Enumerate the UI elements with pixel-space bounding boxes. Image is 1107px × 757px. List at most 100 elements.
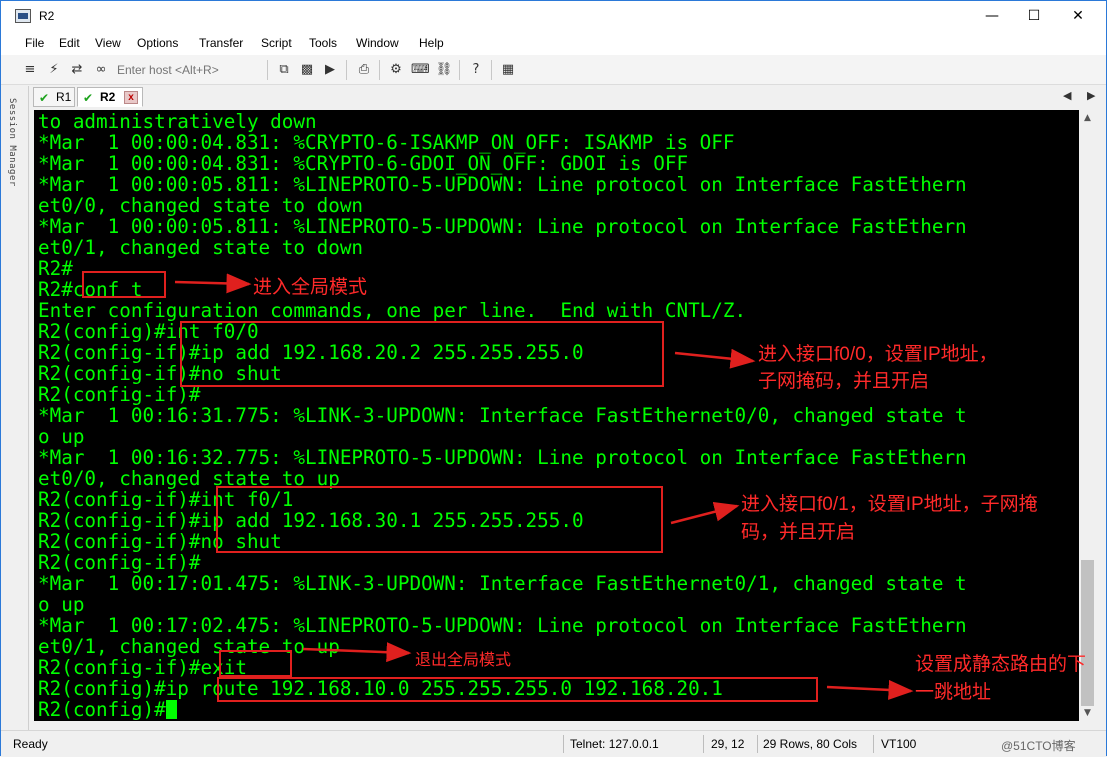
scroll-down-icon[interactable]: ▼ [1079,705,1096,721]
terminal-line: *Mar 1 00:00:04.831: %CRYPTO-6-ISAKMP_ON… [38,131,735,154]
scroll-up-icon[interactable]: ▲ [1079,110,1096,126]
terminal-line: *Mar 1 00:00:04.831: %CRYPTO-6-GDOI_ON_O… [38,152,689,175]
menu-script[interactable]: Script [261,36,292,50]
terminal-line: R2(config-if)#exit [38,656,247,679]
session-tabs: ✔ R1 ✔ R2 x ◀ ▶ [29,86,1106,108]
reconnect-icon[interactable]: ⇄ [68,61,86,79]
toolbar-separator [267,60,268,80]
securecrt-window: R2 — ☐ ✕ File Edit View Options Transfer… [0,0,1107,756]
menu-window[interactable]: Window [356,36,399,50]
paste-icon[interactable]: ▩ [298,61,316,79]
status-separator [757,735,758,753]
annotation-box-exit [219,650,292,677]
window-title: R2 [39,9,55,23]
maximize-icon[interactable]: ☐ [1011,1,1057,32]
print-icon[interactable]: ⎙ [355,61,373,79]
terminal-cursor [165,700,177,719]
menu-help[interactable]: Help [419,36,444,50]
annotation-f01-line2: 码，并且开启 [741,522,856,543]
terminal-line: R2(config-if)# [38,551,201,574]
annotation-box-int-f00 [180,321,664,387]
terminal-line: o up [38,425,85,448]
copy-icon[interactable]: ⧉ [275,61,293,79]
connected-check-icon: ✔ [83,91,94,105]
terminal-line: to administratively down [38,110,317,133]
title-bar: R2 — ☐ ✕ [1,1,1106,32]
annotation-f01-line1: 进入接口f0/1，设置IP地址，子网掩 [741,494,1038,515]
terminal-line: *Mar 1 00:00:05.811: %LINEPROTO-5-UPDOWN… [38,173,967,196]
settings-icon[interactable]: ⚙ [387,61,405,79]
annotation-box-int-f01 [216,486,663,553]
toolbar: ≡ ⚡ ⇄ ∞ ⧉ ▩ ▶ ⎙ ⚙ ⌨ ⛓ ? ▦ [1,55,1106,85]
terminal-line: o up [38,593,85,616]
terminal-screen[interactable]: to administratively down *Mar 1 00:00:04.… [34,110,1079,721]
toolbar-separator [459,60,460,80]
annotation-box-route [217,677,818,702]
status-separator [563,735,564,753]
status-size: 29 Rows, 80 Cols [763,737,858,751]
terminal-line: *Mar 1 00:00:05.811: %LINEPROTO-5-UPDOWN… [38,215,967,238]
toolbar-separator [491,60,492,80]
session-manager-label[interactable]: Session Manager [7,98,17,187]
minimize-icon[interactable]: — [969,1,1015,32]
terminal-line: et0/0, changed state to down [38,194,364,217]
terminal-line: *Mar 1 00:16:32.775: %LINEPROTO-5-UPDOWN… [38,446,967,469]
status-ready: Ready [13,737,48,751]
terminal-scrollbar[interactable]: ▲ ▼ [1079,110,1096,721]
screen-icon[interactable]: ▦ [499,61,517,79]
tab-r1[interactable]: ✔ R1 [33,87,75,107]
annotation-global-mode: 进入全局模式 [253,277,368,298]
terminal-line: Enter configuration commands, one per li… [38,299,747,322]
annotation-box-conf-t [82,271,166,298]
menu-transfer[interactable]: Transfer [199,36,243,50]
status-separator [873,735,874,753]
menu-edit[interactable]: Edit [59,36,80,50]
connect-icon[interactable]: ≡ [21,61,39,79]
menu-file[interactable]: File [25,36,44,50]
lightning-icon[interactable]: ⚡ [45,61,63,79]
close-tab-icon[interactable]: x [124,91,138,104]
terminal-prompt: R2(config)# [38,698,166,721]
close-icon[interactable]: ✕ [1055,1,1101,32]
toolbar-separator [346,60,347,80]
terminal-line: R2(config-if)# [38,383,201,406]
find-icon[interactable]: ▶ [321,61,339,79]
annotation-f00-line1: 进入接口f0/0，设置IP地址， [758,344,998,365]
tab-label: R2 [100,90,116,104]
help-icon[interactable]: ? [467,61,485,79]
menu-options[interactable]: Options [137,36,178,50]
scroll-thumb[interactable] [1081,560,1094,706]
session-manager-sidebar[interactable]: Session Manager [1,86,29,731]
terminal-line: et0/1, changed state to up [38,635,340,658]
link-icon[interactable]: ∞ [92,61,110,79]
connected-check-icon: ✔ [39,91,50,105]
status-term: VT100 [881,737,917,751]
tab-label: R1 [56,90,72,104]
tab-scroll-left-icon[interactable]: ◀ [1063,89,1071,102]
terminal-line: *Mar 1 00:17:01.475: %LINK-3-UPDOWN: Int… [38,572,967,595]
app-icon [15,9,31,23]
status-separator [703,735,704,753]
menu-view[interactable]: View [95,36,121,50]
tab-scroll-right-icon[interactable]: ▶ [1087,89,1095,102]
menu-bar: File Edit View Options Transfer Script T… [1,32,1106,55]
sftp-icon[interactable]: ⛓ [435,61,453,79]
terminal-line: et0/1, changed state to down [38,236,364,259]
terminal-line: R2# [38,257,73,280]
host-input[interactable] [117,61,261,79]
status-connection: Telnet: 127.0.0.1 [570,737,659,751]
menu-tools[interactable]: Tools [309,36,337,50]
annotation-exit-mode: 退出全局模式 [415,652,512,669]
terminal-line: *Mar 1 00:17:02.475: %LINEPROTO-5-UPDOWN… [38,614,967,637]
annotation-f00-line2: 子网掩码，并且开启 [758,371,930,392]
status-bar: Ready Telnet: 127.0.0.1 29, 12 29 Rows, … [1,730,1106,756]
status-watermark: @51CTO博客 [1001,739,1076,753]
status-cursor: 29, 12 [711,737,745,751]
terminal-line: *Mar 1 00:16:31.775: %LINK-3-UPDOWN: Int… [38,404,967,427]
tab-r2[interactable]: ✔ R2 x [77,87,143,107]
annotation-route-line2: 一跳地址 [915,682,992,703]
toolbar-separator [379,60,380,80]
terminal-line: R2(config)# [38,699,177,720]
keymap-icon[interactable]: ⌨ [411,61,430,79]
annotation-route-line1: 设置成静态路由的下 [915,654,1087,675]
